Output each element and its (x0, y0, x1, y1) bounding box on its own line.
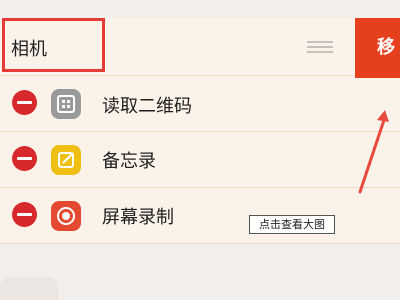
edit-note-icon (51, 145, 81, 175)
list-item-label: 屏幕录制 (102, 207, 174, 228)
minus-circle-icon[interactable] (12, 146, 37, 171)
list-item-label: 备忘录 (102, 151, 156, 172)
qr-scan-icon (51, 89, 81, 119)
minus-circle-icon[interactable] (12, 90, 37, 115)
list-item-label: 读取二维码 (102, 96, 192, 117)
record-circle-icon (51, 201, 81, 231)
list-item-camera[interactable]: 相机 (0, 18, 400, 76)
move-button[interactable]: 移 (355, 18, 400, 78)
view-large-image-tooltip[interactable]: 点击查看大图 (249, 215, 335, 234)
minus-circle-icon[interactable] (12, 202, 37, 227)
top-strip (0, 0, 400, 18)
drag-handle-icon[interactable] (307, 41, 333, 53)
red-arrow-annotation-icon (358, 110, 389, 194)
list-item-label: 相机 (11, 39, 47, 60)
bottom-blob (0, 277, 58, 300)
bottom-area (0, 244, 400, 300)
